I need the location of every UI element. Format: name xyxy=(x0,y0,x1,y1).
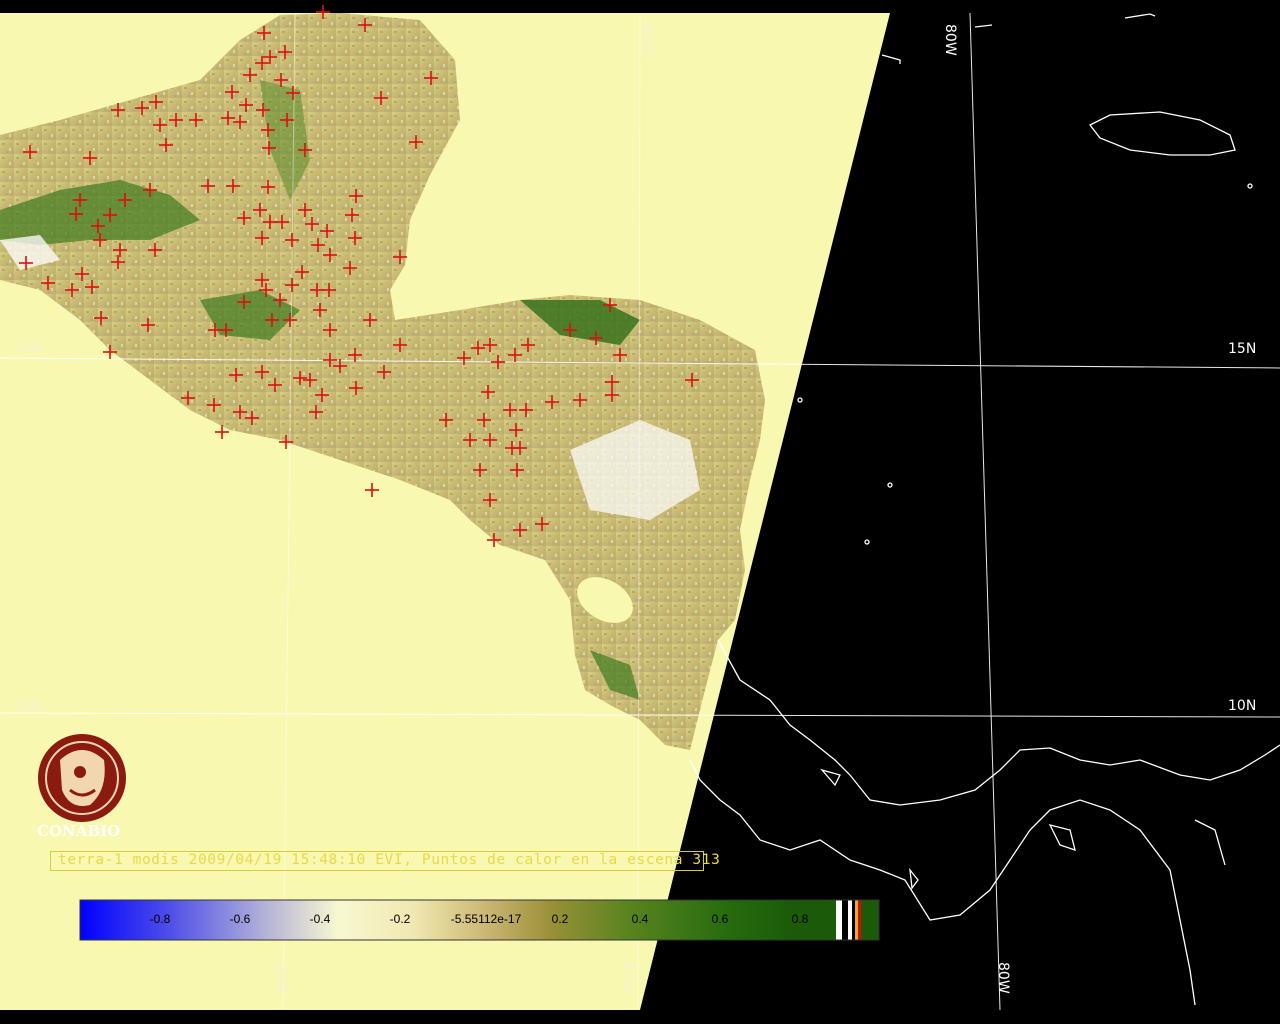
lon-label-80w-top: 80W xyxy=(942,24,958,56)
colorbar-tick: -0.4 xyxy=(309,912,331,926)
colorbar-tick: 0.6 xyxy=(711,912,729,926)
lon-label-80w-bottom: 80W xyxy=(995,962,1011,994)
lat-label-15n-right: 15N xyxy=(1228,341,1257,357)
logo-text: CONABIO xyxy=(37,822,121,840)
colorbar-tick: -0.8 xyxy=(149,912,171,926)
conabio-logo xyxy=(38,734,126,822)
lon-label-85w-bottom: 85W xyxy=(620,962,636,994)
lon-label-85w-top: 85W xyxy=(638,24,654,56)
lat-label-10n-right: 10N xyxy=(1228,698,1257,714)
colorbar-tick: 0.8 xyxy=(791,912,809,926)
colorbar-tick: 0.2 xyxy=(551,912,569,926)
colorbar-tick: 0.4 xyxy=(631,912,649,926)
caption-text: terra-1 modis 2009/04/19 15:48:10 EVI, P… xyxy=(58,852,721,868)
colorbar-tick: -5.55112e-17 xyxy=(450,912,522,926)
frame-top xyxy=(0,0,1280,13)
lat-label-10n-left: 10N xyxy=(14,698,43,714)
frame-bottom xyxy=(0,1010,1280,1024)
colorbar-tick: -0.2 xyxy=(389,912,411,926)
colorbar-tick: -0.6 xyxy=(229,912,251,926)
lon-label-90w-bottom: 90W xyxy=(272,962,288,994)
lat-label-15n-left: 15N xyxy=(14,340,43,356)
